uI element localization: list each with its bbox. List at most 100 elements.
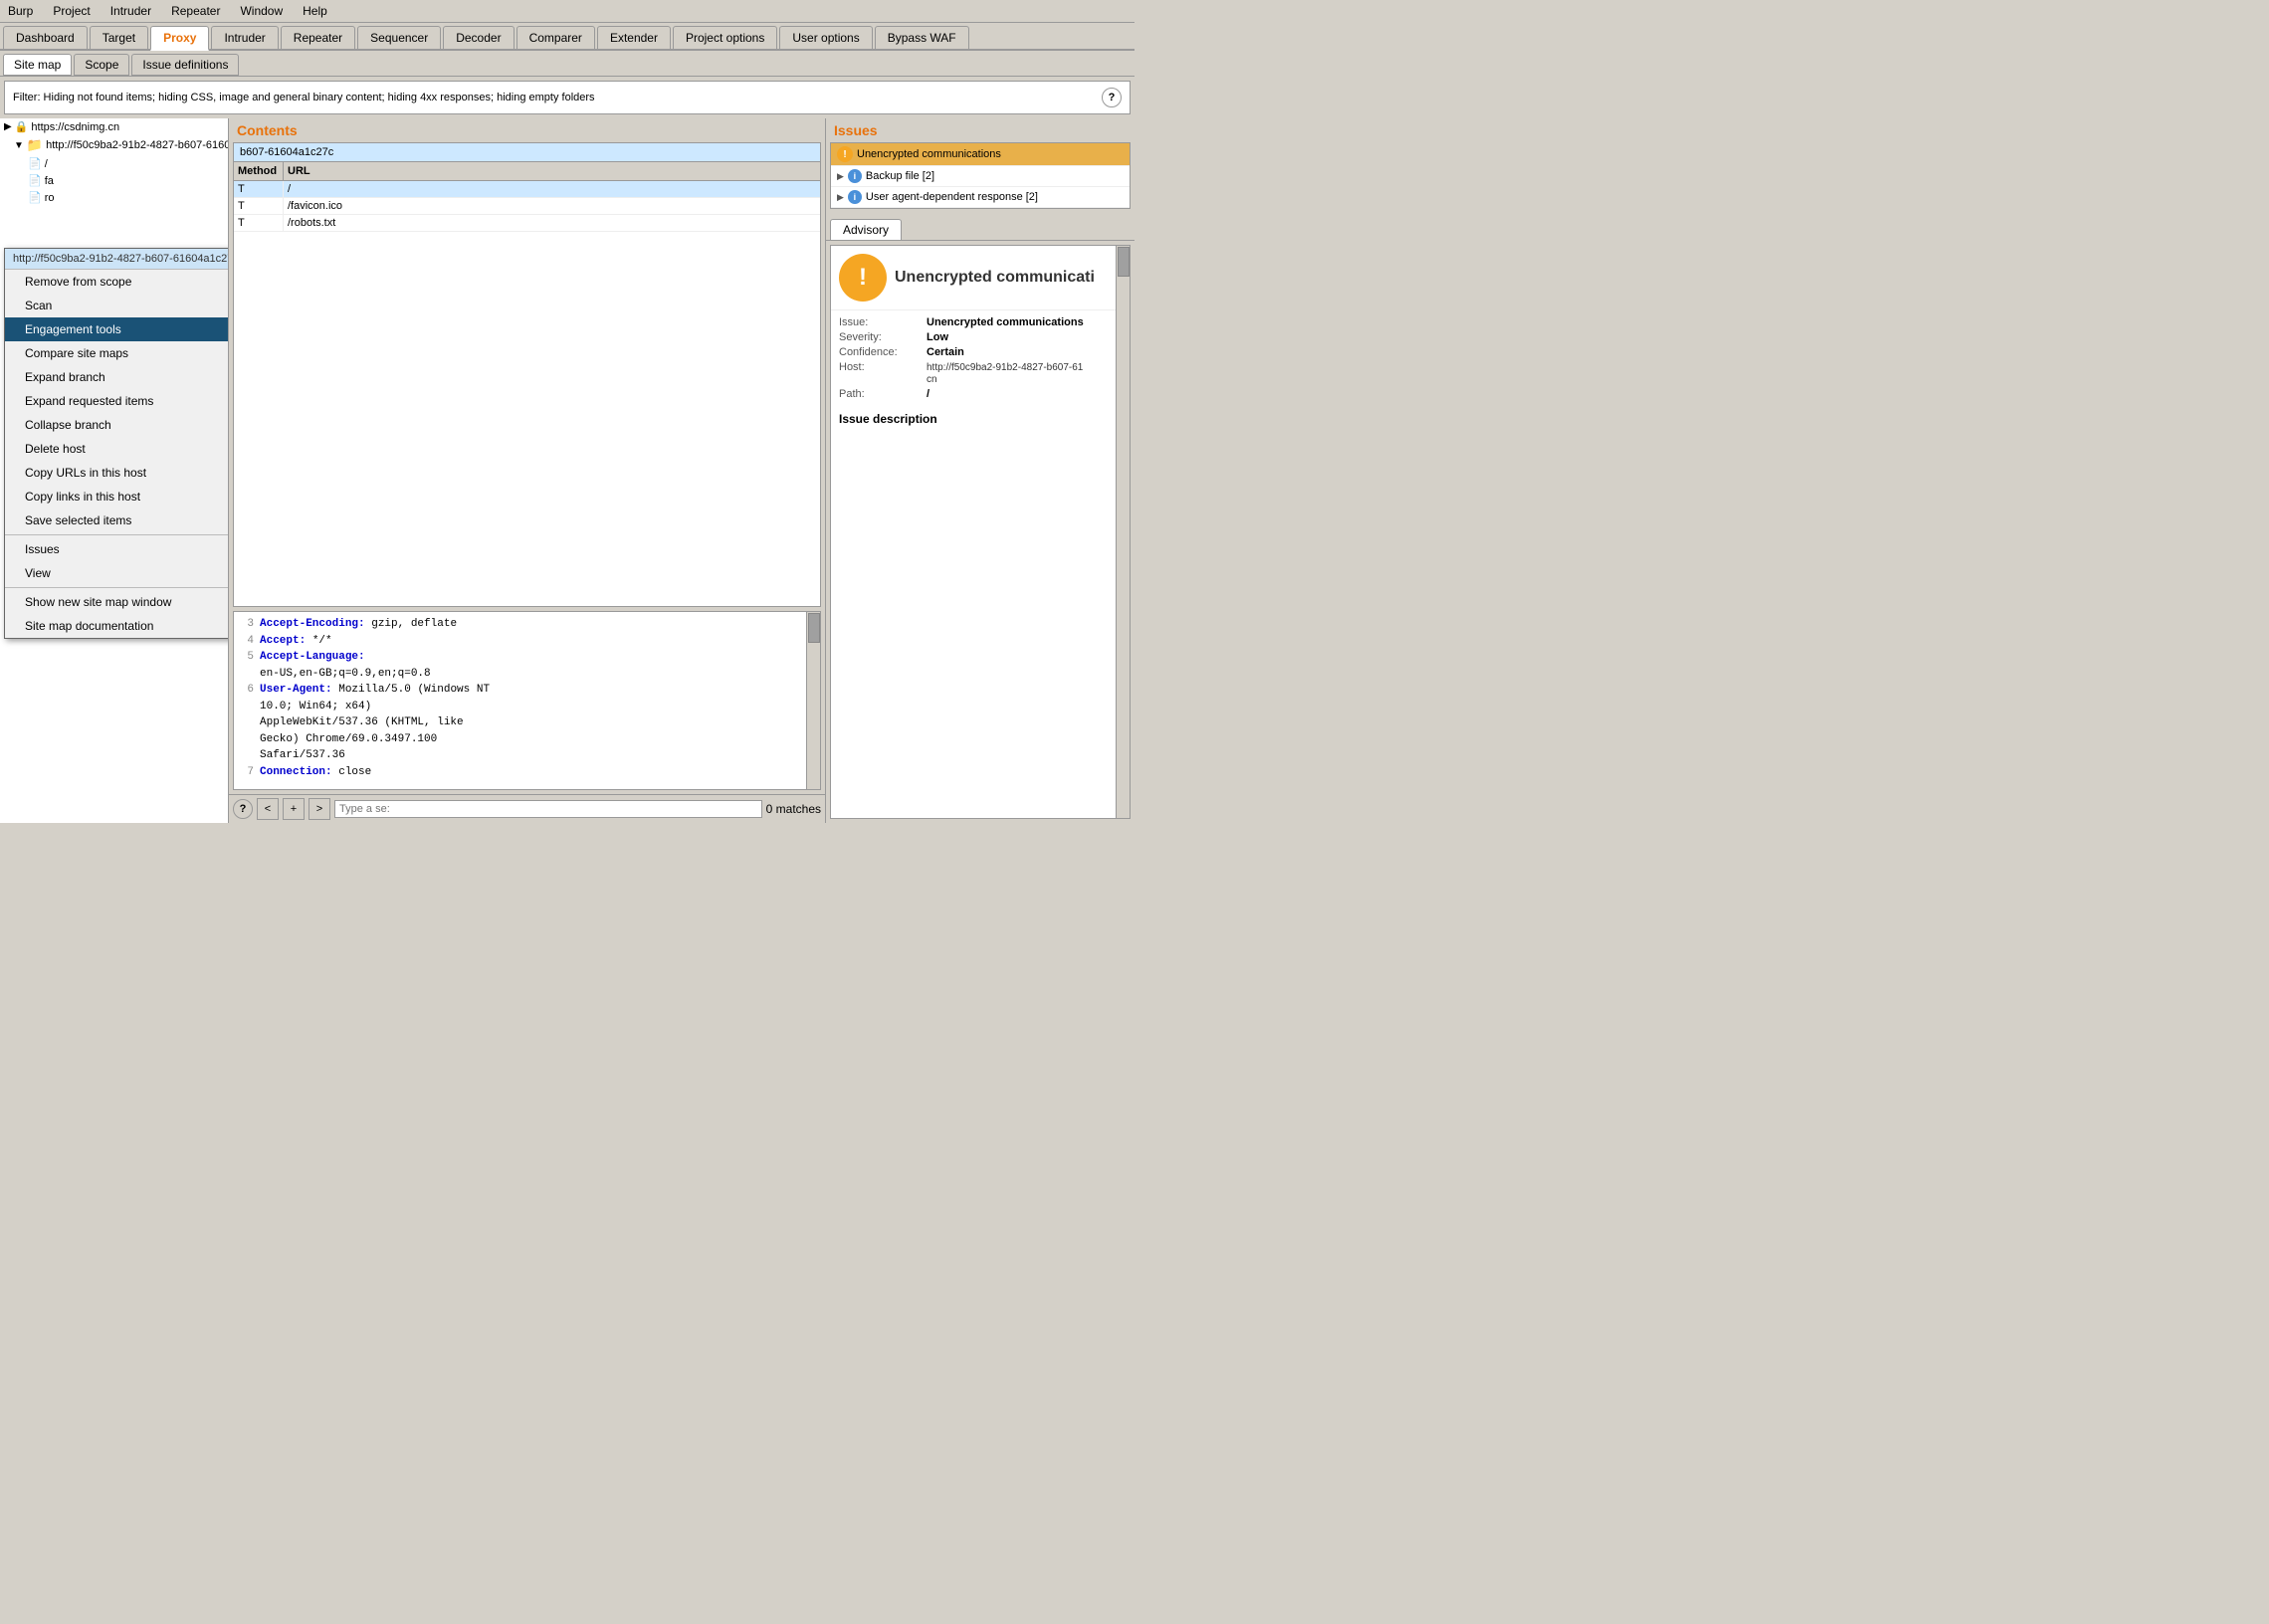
line-num-6c bbox=[238, 714, 254, 731]
code-line-4: 4 Accept: */* bbox=[238, 633, 816, 650]
code-content-7: Connection: close bbox=[260, 764, 371, 781]
tab-intruder[interactable]: Intruder bbox=[211, 26, 278, 49]
host-label-key: Host: bbox=[839, 361, 919, 385]
menu-window[interactable]: Window bbox=[236, 2, 287, 20]
contents-row-2[interactable]: T /robots.txt bbox=[234, 215, 820, 232]
confidence-value: Certain bbox=[927, 346, 1122, 358]
ctx-scan[interactable]: Scan bbox=[5, 294, 229, 317]
filter-help-button[interactable]: ? bbox=[1102, 88, 1122, 107]
tree-item-root[interactable]: 📄 / bbox=[0, 155, 228, 172]
tab-bypass-waf[interactable]: Bypass WAF bbox=[875, 26, 969, 49]
ctx-issues-label: Issues bbox=[25, 542, 60, 556]
ctx-engagement-tools[interactable]: Engagement tools ▶ bbox=[5, 317, 229, 341]
search-next2-button[interactable]: > bbox=[309, 798, 330, 820]
tree-label-f50c: http://f50c9ba2-91b2-4827-b607-61604a1c2… bbox=[46, 139, 228, 151]
advisory-details: Issue: Unencrypted communications Severi… bbox=[831, 310, 1130, 406]
tree-item-f50c[interactable]: ▼ 📁 http://f50c9ba2-91b2-4827-b607-61604… bbox=[0, 135, 228, 155]
code-line-6d: Gecko) Chrome/69.0.3497.100 bbox=[238, 731, 816, 748]
issue-label-key: Issue: bbox=[839, 316, 919, 328]
issue-item-unencrypted[interactable]: ! Unencrypted communications bbox=[831, 143, 1130, 166]
advisory-scrollbar[interactable] bbox=[1116, 246, 1130, 818]
code-line-6: 6 User-Agent: Mozilla/5.0 (Windows NT bbox=[238, 682, 816, 699]
advisory-scrollbar-thumb[interactable] bbox=[1118, 247, 1130, 277]
tab-sequencer[interactable]: Sequencer bbox=[357, 26, 441, 49]
cell-url-2: /robots.txt bbox=[284, 215, 820, 231]
issue-label-useragent: User agent-dependent response [2] bbox=[866, 191, 1038, 203]
ctx-remove-scope[interactable]: Remove from scope bbox=[5, 270, 229, 294]
ctx-issues[interactable]: Issues ▶ bbox=[5, 537, 229, 561]
ctx-view[interactable]: View ▶ bbox=[5, 561, 229, 585]
path-value: / bbox=[927, 388, 1122, 400]
folder-icon-f50c: 📁 bbox=[27, 137, 43, 153]
expand-arrow-useragent: ▶ bbox=[837, 192, 844, 203]
ctx-collapse-branch[interactable]: Collapse branch bbox=[5, 413, 229, 437]
tab-target[interactable]: Target bbox=[90, 26, 148, 49]
contents-row-1[interactable]: T /favicon.ico bbox=[234, 198, 820, 215]
line-num-5: 5 bbox=[238, 649, 254, 666]
file-icon-fa: 📄 bbox=[28, 174, 42, 187]
advisory-title: Unencrypted communicati bbox=[895, 269, 1095, 287]
issues-header: Issues bbox=[826, 118, 1134, 142]
ctx-compare-site-maps[interactable]: Compare site maps bbox=[5, 341, 229, 365]
code-scrollbar-thumb[interactable] bbox=[808, 613, 820, 643]
code-content-4: Accept: */* bbox=[260, 633, 332, 650]
ctx-delete-host[interactable]: Delete host bbox=[5, 437, 229, 461]
cell-method-1: T bbox=[234, 198, 284, 214]
tab-project-options[interactable]: Project options bbox=[673, 26, 777, 49]
sub-tab-issue-definitions[interactable]: Issue definitions bbox=[131, 54, 239, 76]
ctx-copy-links[interactable]: Copy links in this host bbox=[5, 485, 229, 508]
contents-row-0[interactable]: T / bbox=[234, 181, 820, 198]
code-scrollbar[interactable] bbox=[806, 612, 820, 789]
filter-bar: Filter: Hiding not found items; hiding C… bbox=[4, 81, 1131, 114]
tab-extender[interactable]: Extender bbox=[597, 26, 671, 49]
issue-value: Unencrypted communications bbox=[927, 316, 1122, 328]
tree-label-root: / bbox=[45, 158, 48, 170]
tab-repeater[interactable]: Repeater bbox=[281, 26, 355, 49]
advisory-tab[interactable]: Advisory bbox=[830, 219, 902, 240]
line-num-7: 7 bbox=[238, 764, 254, 781]
ctx-sep1 bbox=[5, 534, 229, 535]
line-num-5-cont bbox=[238, 666, 254, 683]
search-input[interactable] bbox=[334, 800, 762, 818]
menu-repeater[interactable]: Repeater bbox=[167, 2, 224, 20]
host-value: http://f50c9ba2-91b2-4827-b607-61 bbox=[927, 362, 1083, 373]
ctx-expand-branch[interactable]: Expand branch bbox=[5, 365, 229, 389]
contents-table-header: Method URL bbox=[234, 162, 820, 181]
menu-project[interactable]: Project bbox=[49, 2, 94, 20]
ctx-show-new-window[interactable]: Show new site map window bbox=[5, 590, 229, 614]
issue-item-useragent[interactable]: ▶ i User agent-dependent response [2] bbox=[831, 187, 1130, 208]
warning-icon-unencrypted: ! bbox=[837, 146, 853, 162]
tree-label-fa: fa bbox=[45, 175, 54, 187]
menu-intruder[interactable]: Intruder bbox=[106, 2, 155, 20]
ctx-copy-urls[interactable]: Copy URLs in this host bbox=[5, 461, 229, 485]
tree-item-fa[interactable]: 📄 fa bbox=[0, 172, 228, 189]
search-bar: ? < + > 0 matches bbox=[229, 794, 825, 823]
severity-label-key: Severity: bbox=[839, 331, 919, 343]
tab-user-options[interactable]: User options bbox=[779, 26, 872, 49]
line-num-6e bbox=[238, 747, 254, 764]
search-help-button[interactable]: ? bbox=[233, 799, 253, 819]
search-matches: 0 matches bbox=[766, 802, 821, 816]
advisory-section-title: Issue description bbox=[831, 406, 1130, 429]
search-prev-button[interactable]: < bbox=[257, 798, 279, 820]
line-num-3: 3 bbox=[238, 616, 254, 633]
ctx-documentation[interactable]: Site map documentation bbox=[5, 614, 229, 638]
sub-tab-site-map[interactable]: Site map bbox=[3, 54, 72, 76]
issue-item-backup[interactable]: ▶ i Backup file [2] bbox=[831, 166, 1130, 187]
menu-burp[interactable]: Burp bbox=[4, 2, 37, 20]
search-next-button[interactable]: + bbox=[283, 798, 305, 820]
tree-item-csdnimg[interactable]: ▶ 🔒 https://csdnimg.cn bbox=[0, 118, 228, 135]
tab-proxy[interactable]: Proxy bbox=[150, 26, 209, 51]
sub-tab-scope[interactable]: Scope bbox=[74, 54, 129, 76]
code-content-6: User-Agent: Mozilla/5.0 (Windows NT bbox=[260, 682, 490, 699]
tree-item-ro[interactable]: 📄 ro bbox=[0, 189, 228, 206]
tab-dashboard[interactable]: Dashboard bbox=[3, 26, 88, 49]
ctx-save-selected[interactable]: Save selected items bbox=[5, 508, 229, 532]
menu-help[interactable]: Help bbox=[299, 2, 331, 20]
main-tab-bar: Dashboard Target Proxy Intruder Repeater… bbox=[0, 23, 1134, 51]
ctx-expand-requested[interactable]: Expand requested items bbox=[5, 389, 229, 413]
col-method-header: Method bbox=[234, 162, 284, 180]
tab-decoder[interactable]: Decoder bbox=[443, 26, 514, 49]
line-num-4: 4 bbox=[238, 633, 254, 650]
tab-comparer[interactable]: Comparer bbox=[516, 26, 595, 49]
